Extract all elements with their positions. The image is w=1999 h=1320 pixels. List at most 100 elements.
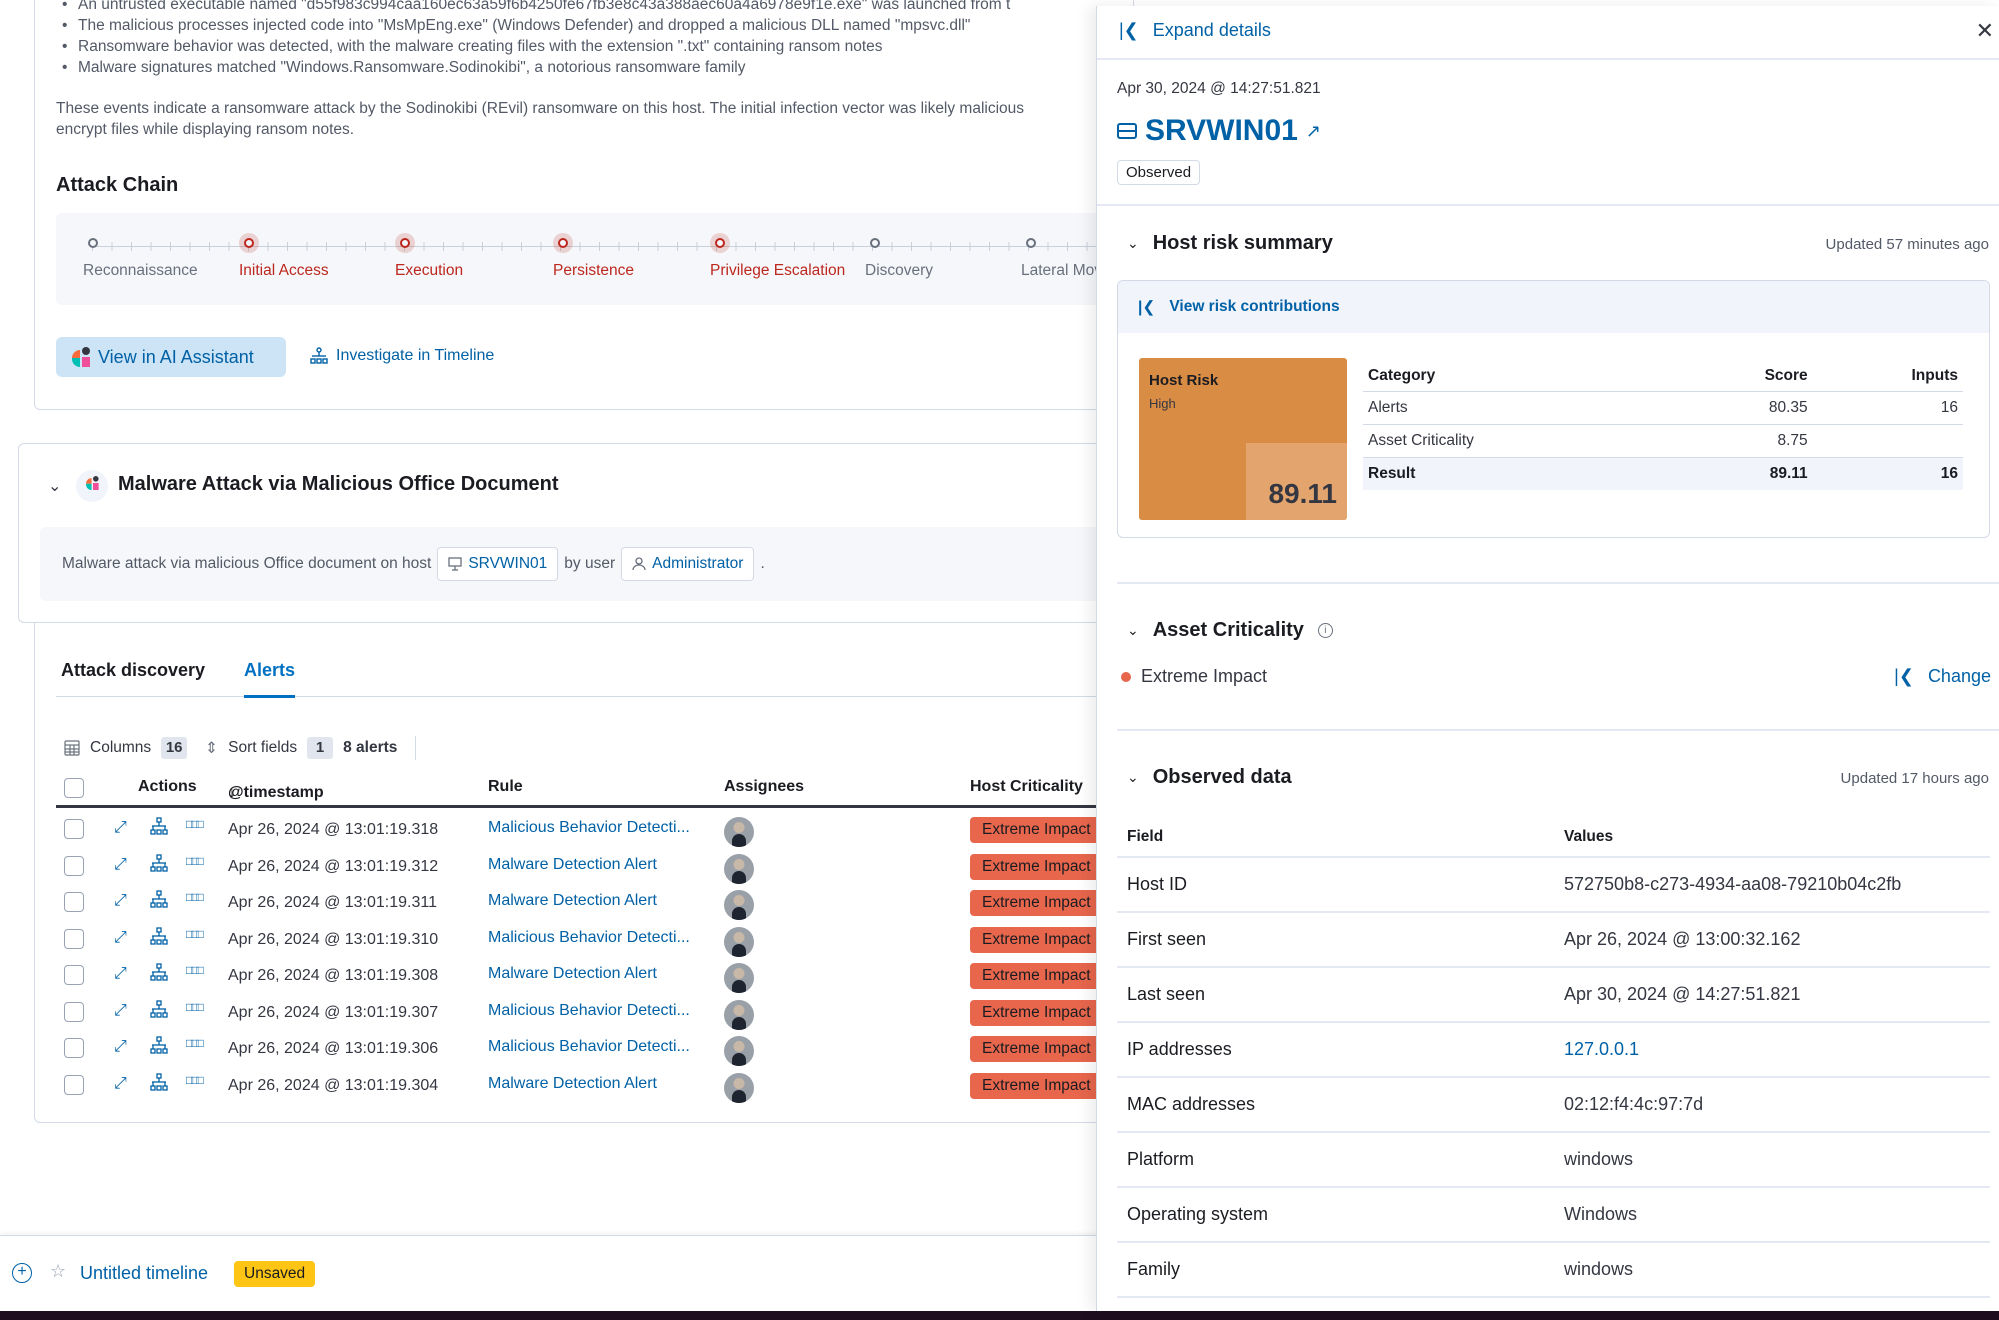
risk-updated: Updated 57 minutes ago <box>1825 236 1989 253</box>
analyze-event-icon[interactable] <box>150 926 168 952</box>
stage-label: Initial Access <box>239 262 329 279</box>
expand-event-icon[interactable]: ⤢ <box>114 1002 127 1020</box>
user-chip-label: Administrator <box>652 555 744 572</box>
more-actions-icon[interactable]: □□□ <box>186 963 204 977</box>
analyze-event-icon[interactable] <box>150 853 168 879</box>
rule-link[interactable]: Malware Detection Alert <box>488 1075 657 1093</box>
value-cell: 02:12:f4:4c:97:7d <box>1554 1077 1990 1133</box>
row-checkbox[interactable] <box>64 1038 84 1058</box>
rule-link[interactable]: Malicious Behavior Detecti... <box>488 929 690 947</box>
row-checkbox[interactable] <box>64 819 84 839</box>
tab-attack-discovery[interactable]: Attack discovery <box>61 660 205 695</box>
rule-link[interactable]: Malware Detection Alert <box>488 856 657 874</box>
more-actions-icon[interactable]: □□□ <box>186 1036 204 1050</box>
table-row[interactable]: ⤢ □□□ Apr 26, 2024 @ 13:01:19.304 Malware D… <box>56 1069 1116 1105</box>
expand-event-icon[interactable]: ⤢ <box>114 856 127 874</box>
rule-link[interactable]: Malware Detection Alert <box>488 892 657 910</box>
host-risk-summary-toggle[interactable]: ⌄ Host risk summary <box>1127 232 1333 255</box>
stage-dot <box>400 238 410 248</box>
os-taskbar <box>0 1311 1999 1320</box>
add-timeline-icon[interactable]: + <box>12 1263 32 1283</box>
analyze-event-icon[interactable] <box>150 1036 168 1061</box>
analyze-event-icon[interactable] <box>150 890 168 915</box>
info-icon[interactable]: i <box>1317 623 1333 638</box>
assignee-avatar[interactable] <box>724 1036 754 1066</box>
host-risk-summary-title: Host risk summary <box>1152 232 1333 254</box>
columns-button[interactable]: Columns 16 <box>64 737 188 759</box>
more-actions-icon[interactable]: □□□ <box>186 1073 204 1087</box>
timeline-title[interactable]: Untitled timeline <box>80 1263 208 1284</box>
expand-event-icon[interactable]: ⤢ <box>114 1038 127 1056</box>
analyze-event-icon[interactable] <box>150 963 168 988</box>
header-score: Score <box>1671 361 1813 392</box>
view-risk-contributions-link[interactable]: |❮ View risk contributions <box>1118 281 1989 333</box>
table-row[interactable]: ⤢ □□□ Apr 26, 2024 @ 13:01:19.307 Malicious… <box>56 996 1116 1032</box>
more-actions-icon[interactable]: □□□ <box>186 817 204 831</box>
alerts-toolbar: Columns 16 ⇕ Sort fields 1 8 alerts <box>64 736 417 760</box>
value-link[interactable]: 127.0.0.1 <box>1554 1022 1990 1078</box>
header-rule: Rule <box>488 778 523 795</box>
assignee-avatar[interactable] <box>724 999 754 1030</box>
assignee-avatar[interactable] <box>724 890 754 920</box>
chevron-down-icon[interactable]: ⌄ <box>48 476 61 496</box>
user-chip[interactable]: Administrator <box>621 547 755 581</box>
rule-link[interactable]: Malicious Behavior Detecti... <box>488 1002 690 1020</box>
table-row[interactable]: ⤢ □□□ Apr 26, 2024 @ 13:01:19.312 Malware D… <box>56 850 1116 886</box>
assignee-avatar[interactable] <box>724 926 754 957</box>
expand-details-button[interactable]: |❮ Expand details <box>1119 20 1271 41</box>
timestamp-cell: Apr 26, 2024 @ 13:01:19.312 <box>228 857 439 875</box>
more-actions-icon[interactable]: □□□ <box>186 854 204 868</box>
table-row[interactable]: ⤢ □□□ Apr 26, 2024 @ 13:01:19.318 Malicious… <box>56 813 1116 849</box>
assignee-avatar[interactable] <box>724 853 754 884</box>
more-actions-icon[interactable]: □□□ <box>186 890 204 904</box>
expand-event-icon[interactable]: ⤢ <box>114 1075 127 1093</box>
table-row[interactable]: ⤢ □□□ Apr 26, 2024 @ 13:01:19.306 Malicious… <box>56 1032 1116 1068</box>
host-name-link[interactable]: SRVWIN01 ↗ <box>1117 114 1321 148</box>
analyze-event-icon[interactable] <box>150 999 168 1025</box>
expand-event-icon[interactable]: ⤢ <box>114 965 127 983</box>
sort-fields-button[interactable]: ⇕ Sort fields 1 <box>205 737 334 759</box>
expand-event-icon[interactable]: ⤢ <box>114 819 127 837</box>
expand-event-icon[interactable]: ⤢ <box>114 892 127 910</box>
table-row[interactable]: ⤢ □□□ Apr 26, 2024 @ 13:01:19.308 Malware D… <box>56 959 1116 995</box>
tab-alerts[interactable]: Alerts <box>244 660 296 698</box>
observed-data-toggle[interactable]: ⌄ Observed data <box>1127 766 1292 789</box>
value-cell: 572750b8-c273-4934-aa08-79210b04c2fb <box>1554 857 1990 913</box>
rule-link[interactable]: Malicious Behavior Detecti... <box>488 1038 690 1056</box>
more-actions-icon[interactable]: □□□ <box>186 1000 204 1014</box>
star-icon[interactable]: ☆ <box>50 1261 66 1282</box>
row-checkbox[interactable] <box>64 892 84 912</box>
category-cell: Asset Criticality <box>1363 424 1672 458</box>
analyze-event-icon[interactable] <box>150 1072 168 1098</box>
rule-link[interactable]: Malicious Behavior Detecti... <box>488 819 690 837</box>
view-in-ai-assistant-button[interactable]: View in AI Assistant <box>56 337 286 377</box>
observed-badge: Observed <box>1117 160 1201 185</box>
summary-line: encrypt files while displaying ransom no… <box>56 121 355 138</box>
investigate-in-timeline-button[interactable]: Investigate in Timeline <box>310 347 494 365</box>
assignee-avatar[interactable] <box>724 817 754 847</box>
row-checkbox[interactable] <box>64 965 84 985</box>
rule-link[interactable]: Malware Detection Alert <box>488 965 657 983</box>
user-icon <box>632 557 646 571</box>
select-all-checkbox[interactable] <box>64 778 84 798</box>
unsaved-badge: Unsaved <box>234 1261 316 1287</box>
analyze-event-icon[interactable] <box>150 817 168 842</box>
row-checkbox[interactable] <box>64 1001 84 1022</box>
assignee-avatar[interactable] <box>724 963 754 993</box>
table-row[interactable]: ⤢ □□□ Apr 26, 2024 @ 13:01:19.310 Malicious… <box>56 923 1116 959</box>
close-icon[interactable]: ✕ <box>1976 18 1994 44</box>
more-actions-icon[interactable]: □□□ <box>186 927 204 941</box>
table-row[interactable]: ⤢ □□□ Apr 26, 2024 @ 13:01:19.311 Malware D… <box>56 886 1116 922</box>
ai-assistant-icon <box>76 470 108 502</box>
header-field: Field <box>1117 818 1554 858</box>
row-checkbox[interactable] <box>64 855 84 876</box>
row-checkbox[interactable] <box>64 928 84 949</box>
host-chip[interactable]: SRVWIN01 <box>437 547 559 581</box>
expand-event-icon[interactable]: ⤢ <box>114 929 127 947</box>
assignee-avatar[interactable] <box>724 1072 754 1103</box>
asset-criticality-toggle[interactable]: ⌄ Asset Criticality i <box>1127 619 1333 642</box>
change-criticality-button[interactable]: |❮ Change <box>1894 666 1991 687</box>
inputs-cell: 16 <box>1812 457 1963 490</box>
row-checkbox[interactable] <box>64 1074 84 1095</box>
table-row: Family windows <box>1117 1242 1990 1298</box>
